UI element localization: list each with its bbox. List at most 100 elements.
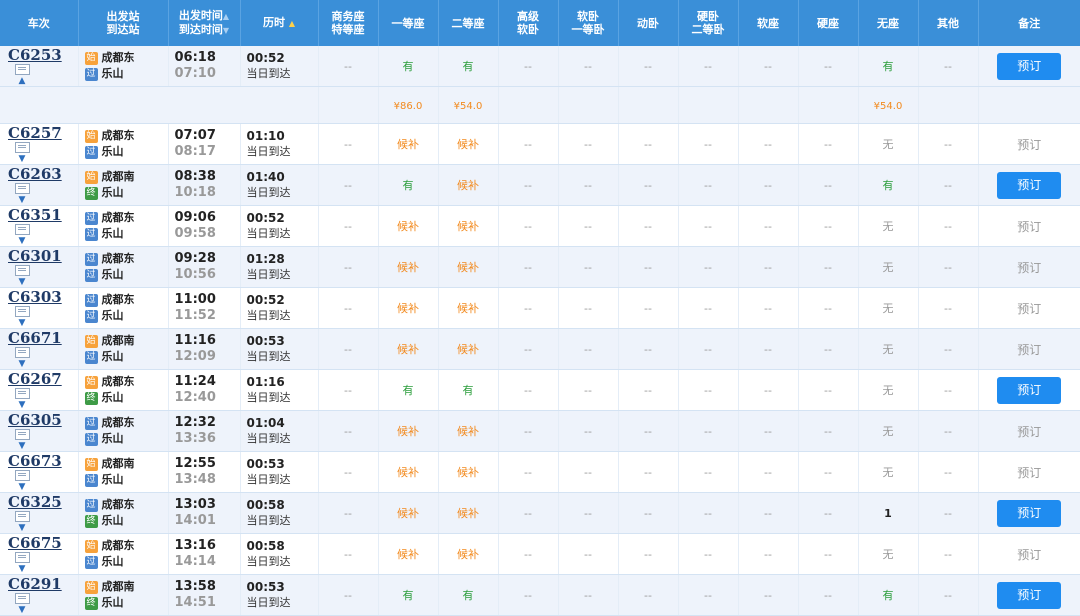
train-number-link[interactable]: C6673 (8, 452, 62, 470)
to-station: 过乐山 (84, 432, 124, 446)
no-seat-cell: 无 (858, 451, 919, 493)
book-button[interactable]: 预订 (997, 376, 1062, 404)
header-arr-time[interactable]: 到达时间 (179, 23, 223, 36)
book-button[interactable]: 预订 (997, 581, 1062, 609)
seat-cell: -- (558, 328, 619, 370)
book-disabled-text: 预订 (1017, 301, 1042, 316)
train-number-link[interactable]: C6263 (8, 165, 62, 183)
train-info-icon[interactable] (14, 552, 30, 563)
second-class-status: 候补 (457, 220, 479, 233)
sort-up-icon[interactable]: ▲ (289, 19, 295, 28)
train-number-link[interactable]: C6303 (8, 288, 62, 306)
header-dep-time[interactable]: 出发时间 (179, 9, 223, 22)
sort-up-icon[interactable]: ▲ (223, 12, 229, 21)
expand-stops-icon[interactable]: ▼ (14, 196, 30, 205)
train-number-link[interactable]: C6305 (8, 411, 62, 429)
second-class-cell: 候补 (438, 533, 499, 575)
second-class-status: 候补 (457, 261, 479, 274)
train-info-icon[interactable] (14, 265, 30, 276)
no-seat-cell: 无 (858, 123, 919, 165)
train-number-link[interactable]: C6671 (8, 329, 62, 347)
time-cell: 06:18 07:10 (168, 46, 241, 87)
header-duration[interactable]: 历时 ▲ (240, 0, 319, 46)
book-button[interactable]: 预订 (997, 52, 1062, 80)
second-class-status: 候补 (457, 179, 479, 192)
arrival-time: 10:18 (174, 185, 216, 200)
first-class-cell: 候补 (378, 328, 439, 370)
seat-cell: -- (798, 574, 859, 616)
train-cell: C6675 ▼ (0, 533, 79, 575)
book-disabled-text: 预订 (1017, 342, 1042, 357)
seat-cell: -- (918, 287, 979, 329)
seat-cell: -- (498, 369, 559, 411)
train-info-icon[interactable] (14, 511, 30, 522)
train-number-link[interactable]: C6351 (8, 206, 62, 224)
expand-stops-icon[interactable]: ▼ (14, 155, 30, 164)
first-class-cell: 有 (378, 574, 439, 616)
expand-stops-icon[interactable]: ▼ (14, 606, 30, 615)
seat-cell: -- (798, 46, 859, 87)
seat-cell: -- (498, 46, 559, 87)
origin-badge: 始 (84, 539, 98, 553)
train-cell: C6673 ▼ (0, 451, 79, 493)
first-class-status: 有 (402, 60, 414, 73)
table-row: C6305 ▼ 过成都东过乐山 12:32 13:36 01:04 当日到达 -- 候补 候补 --… (0, 410, 1080, 452)
expand-stops-icon[interactable]: ▼ (14, 442, 30, 451)
expand-stops-icon[interactable]: ▼ (14, 360, 30, 369)
second-class-cell: 候补 (438, 492, 499, 534)
train-number-link[interactable]: C6675 (8, 534, 62, 552)
train-info-icon[interactable] (14, 429, 30, 440)
sort-down-icon[interactable]: ▼ (223, 26, 229, 35)
station-cell: 始成都南过乐山 (78, 328, 169, 370)
train-info-icon[interactable] (14, 306, 30, 317)
train-number-link[interactable]: C6267 (8, 370, 62, 388)
train-number-link[interactable]: C6291 (8, 575, 62, 593)
book-button[interactable]: 预订 (997, 499, 1062, 527)
train-number-link[interactable]: C6325 (8, 493, 62, 511)
train-info-icon[interactable] (14, 593, 30, 604)
train-info-icon[interactable] (14, 224, 30, 235)
train-cell: C6325 ▼ (0, 492, 79, 534)
train-info-icon[interactable] (14, 183, 30, 194)
second-class-price: ¥54.0 (438, 86, 499, 124)
first-class-cell: 候补 (378, 287, 439, 329)
train-info-icon[interactable] (14, 388, 30, 399)
expand-stops-icon[interactable]: ▼ (14, 319, 30, 328)
seat-cell: -- (738, 533, 799, 575)
expand-stops-icon[interactable]: ▼ (14, 237, 30, 246)
expand-stops-icon[interactable]: ▼ (14, 278, 30, 287)
to-station: 过乐山 (84, 67, 124, 81)
seat-cell: -- (738, 369, 799, 411)
train-number-link[interactable]: C6257 (8, 124, 62, 142)
departure-time: 11:16 (174, 333, 216, 348)
train-info-icon[interactable] (14, 347, 30, 358)
to-station: 过乐山 (84, 268, 124, 282)
train-number-link[interactable]: C6253 (8, 46, 62, 64)
seat-cell: -- (318, 410, 379, 452)
header-business: 商务座 特等座 (318, 0, 379, 46)
book-button[interactable]: 预订 (997, 171, 1062, 199)
expand-stops-icon[interactable]: ▼ (14, 524, 30, 533)
from-station: 过成都东 (84, 293, 135, 307)
station-cell: 始成都东过乐山 (78, 123, 169, 165)
no-seat-status: 无 (882, 220, 894, 233)
time-cell: 12:55 13:48 (168, 451, 241, 493)
station-cell: 始成都东终乐山 (78, 369, 169, 411)
seat-cell: -- (918, 492, 979, 534)
no-seat-cell: 无 (858, 246, 919, 288)
collapse-stops-icon[interactable]: ▲ (14, 77, 30, 86)
no-seat-status: 有 (882, 589, 894, 602)
seat-cell: -- (678, 492, 739, 534)
train-info-icon[interactable] (14, 64, 30, 75)
train-number-link[interactable]: C6301 (8, 247, 62, 265)
seat-cell: -- (738, 492, 799, 534)
time-cell: 11:00 11:52 (168, 287, 241, 329)
expand-stops-icon[interactable]: ▼ (14, 483, 30, 492)
header-times[interactable]: 出发时间▲ 到达时间▼ (168, 0, 241, 46)
seat-cell: -- (738, 205, 799, 247)
train-info-icon[interactable] (14, 470, 30, 481)
expand-stops-icon[interactable]: ▼ (14, 401, 30, 410)
no-seat-cell: 无 (858, 287, 919, 329)
station-cell: 过成都东过乐山 (78, 246, 169, 288)
train-info-icon[interactable] (14, 142, 30, 153)
